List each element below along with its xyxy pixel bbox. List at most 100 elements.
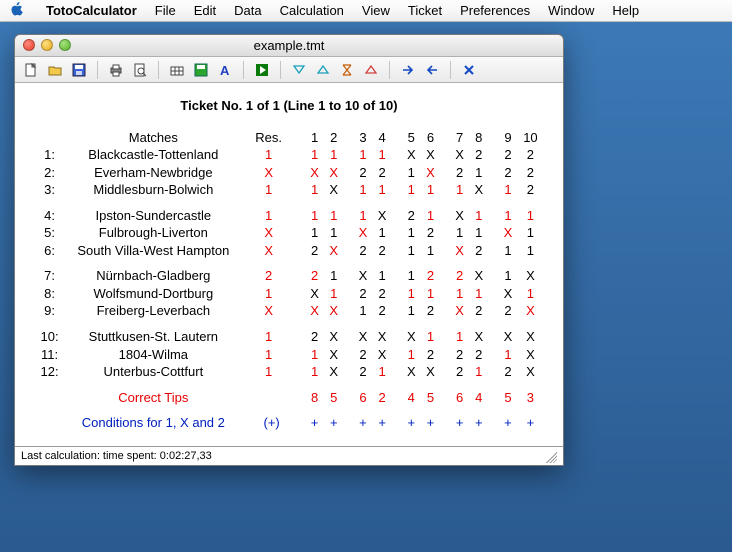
col-header: 3	[343, 129, 373, 147]
table-row: 12:Unterbus-Cottfurt11X21XX212X	[35, 363, 543, 381]
cell: X	[488, 328, 518, 346]
filter-up-red-icon[interactable]	[361, 60, 381, 80]
cell: 1	[470, 363, 489, 381]
window-minimize-button[interactable]	[41, 39, 53, 51]
cell: 2	[470, 242, 489, 260]
result-cell: 1	[243, 207, 295, 225]
condition-plus[interactable]: +	[324, 414, 343, 432]
match-name: 1804-Wilma	[64, 346, 242, 364]
data-grid-icon[interactable]	[167, 60, 187, 80]
app-name[interactable]: TotoCalculator	[46, 3, 137, 18]
new-icon[interactable]	[21, 60, 41, 80]
cell: 1	[470, 224, 489, 242]
print-icon[interactable]	[106, 60, 126, 80]
conditions-label: Conditions for 1, X and 2	[64, 414, 242, 432]
menu-ticket[interactable]: Ticket	[408, 3, 442, 18]
col-header: 4	[373, 129, 392, 147]
prev-icon[interactable]	[422, 60, 442, 80]
cell: X	[518, 363, 543, 381]
cell: X	[343, 267, 373, 285]
cell: X	[324, 346, 343, 364]
titlebar[interactable]: example.tmt	[15, 35, 563, 57]
conditions-symbol[interactable]: (+)	[243, 414, 295, 432]
cell: 2	[421, 224, 440, 242]
cell: 2	[440, 346, 470, 364]
cell: 2	[343, 285, 373, 303]
condition-plus[interactable]: +	[470, 414, 489, 432]
cell: 1	[440, 285, 470, 303]
cell: 2	[488, 164, 518, 182]
resize-grip-icon[interactable]	[543, 449, 557, 463]
cell: X	[470, 328, 489, 346]
cell: 1	[324, 146, 343, 164]
cell: 1	[470, 285, 489, 303]
condition-plus[interactable]: +	[295, 414, 325, 432]
col-header: 2	[324, 129, 343, 147]
cell: 2	[470, 302, 489, 320]
font-icon[interactable]: A	[215, 60, 235, 80]
menu-file[interactable]: File	[155, 3, 176, 18]
cell: 1	[391, 285, 421, 303]
cell: 1	[518, 207, 543, 225]
menu-window[interactable]: Window	[548, 3, 594, 18]
preview-icon[interactable]	[130, 60, 150, 80]
cell: X	[421, 146, 440, 164]
condition-plus[interactable]: +	[343, 414, 373, 432]
condition-plus[interactable]: +	[518, 414, 543, 432]
cell: 1	[295, 224, 325, 242]
run-icon[interactable]	[252, 60, 272, 80]
result-cell: 2	[243, 267, 295, 285]
save-green-icon[interactable]	[191, 60, 211, 80]
menu-preferences[interactable]: Preferences	[460, 3, 530, 18]
window-close-button[interactable]	[23, 39, 35, 51]
menu-data[interactable]: Data	[234, 3, 261, 18]
next-icon[interactable]	[398, 60, 418, 80]
results-table: Matches Res. 12345678910 1:Blackcastle-T…	[35, 129, 543, 432]
condition-plus[interactable]: +	[391, 414, 421, 432]
cell: X	[421, 363, 440, 381]
correct-value: 6	[343, 389, 373, 407]
correct-value: 4	[470, 389, 489, 407]
open-icon[interactable]	[45, 60, 65, 80]
cell: 1	[391, 346, 421, 364]
cell: 1	[488, 207, 518, 225]
menu-help[interactable]: Help	[612, 3, 639, 18]
apple-menu-icon[interactable]	[10, 2, 24, 19]
cell: X	[391, 363, 421, 381]
cell: 2	[421, 302, 440, 320]
cell: 1	[324, 224, 343, 242]
correct-value: 4	[391, 389, 421, 407]
hourglass-icon[interactable]	[337, 60, 357, 80]
correct-value: 2	[373, 389, 392, 407]
filter-down-icon[interactable]	[289, 60, 309, 80]
cell: X	[373, 328, 392, 346]
filter-up-icon[interactable]	[313, 60, 333, 80]
window-zoom-button[interactable]	[59, 39, 71, 51]
condition-plus[interactable]: +	[440, 414, 470, 432]
row-index: 11:	[35, 346, 64, 364]
save-icon[interactable]	[69, 60, 89, 80]
cell: 2	[440, 363, 470, 381]
table-row: 10:Stuttkusen-St. Lautern12XXXX11XXX	[35, 328, 543, 346]
cell: X	[440, 242, 470, 260]
cell: 1	[324, 285, 343, 303]
cell: 1	[373, 146, 392, 164]
menu-calculation[interactable]: Calculation	[280, 3, 344, 18]
table-row: 7:Nürnbach-Gladberg221X1122X1X	[35, 267, 543, 285]
row-index: 6:	[35, 242, 64, 260]
menu-edit[interactable]: Edit	[194, 3, 216, 18]
condition-plus[interactable]: +	[421, 414, 440, 432]
cell: X	[440, 207, 470, 225]
table-row: 1:Blackcastle-Tottenland11111XXX222	[35, 146, 543, 164]
table-row: 3:Middlesburn-Bolwich11X11111X12	[35, 181, 543, 199]
menu-view[interactable]: View	[362, 3, 390, 18]
condition-plus[interactable]: +	[488, 414, 518, 432]
cell: X	[518, 328, 543, 346]
col-header: 1	[295, 129, 325, 147]
delete-x-icon[interactable]	[459, 60, 479, 80]
cell: X	[373, 207, 392, 225]
correct-value: 6	[440, 389, 470, 407]
cell: 1	[343, 302, 373, 320]
cell: 2	[440, 164, 470, 182]
condition-plus[interactable]: +	[373, 414, 392, 432]
